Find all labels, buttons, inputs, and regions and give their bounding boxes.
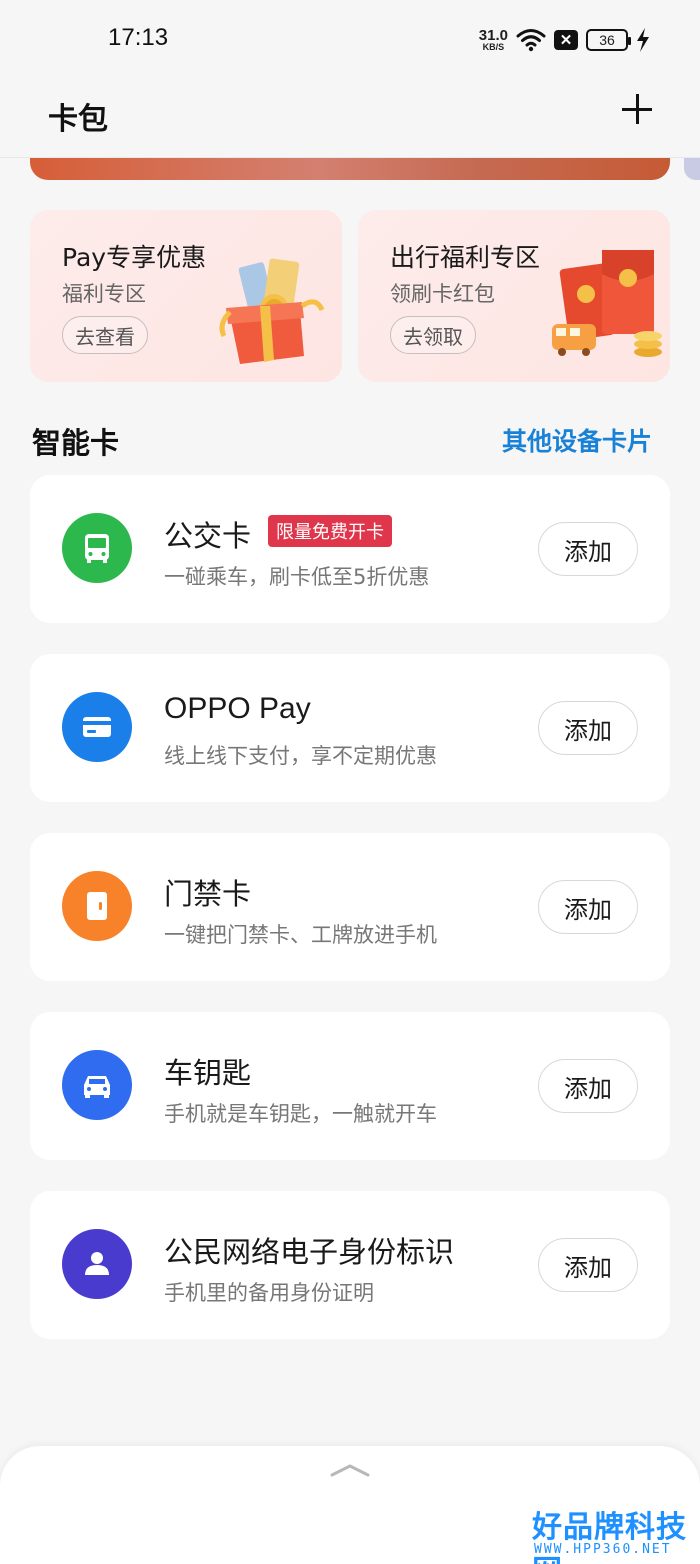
sim-disabled-icon: ✕ xyxy=(554,30,578,50)
charging-bolt-icon xyxy=(637,28,649,52)
wifi-icon xyxy=(516,29,546,52)
plus-icon[interactable] xyxy=(620,92,654,126)
credit-card-icon xyxy=(62,692,132,762)
promo-badge: 限量免费开卡 xyxy=(268,515,392,547)
bus-icon xyxy=(62,513,132,583)
battery-icon: 36 xyxy=(586,29,631,51)
app-header: 卡包 xyxy=(0,80,700,158)
promo-subtitle: 福利专区 xyxy=(62,282,146,306)
card-description: 一碰乘车，刷卡低至5折优惠 xyxy=(164,565,430,589)
card-digital-id[interactable]: 公民网络电子身份标识 手机里的备用身份证明 添加 xyxy=(30,1191,670,1339)
promo-title: 出行福利专区 xyxy=(390,243,541,272)
person-icon xyxy=(62,1229,132,1299)
promo-claim-button[interactable]: 去领取 xyxy=(390,316,476,354)
card-bus[interactable]: 公交卡 限量免费开卡 一碰乘车，刷卡低至5折优惠 添加 xyxy=(30,475,670,623)
banner-carousel[interactable] xyxy=(30,158,670,180)
door-icon xyxy=(62,871,132,941)
status-icons: 31.0 KB/S ✕ 36 xyxy=(479,22,650,58)
network-speed-value: 31.0 xyxy=(478,27,508,44)
card-title: 车钥匙 xyxy=(164,1056,252,1090)
status-time: 17:13 xyxy=(108,24,169,51)
add-digital-id-button[interactable]: 添加 xyxy=(538,1238,638,1292)
add-car-key-button[interactable]: 添加 xyxy=(538,1059,638,1113)
card-title: 公交卡 xyxy=(164,519,252,553)
card-description: 一键把门禁卡、工牌放进手机 xyxy=(164,923,437,947)
banner-next-peek xyxy=(684,158,700,180)
other-device-cards-link[interactable]: 其他设备卡片 xyxy=(502,422,652,458)
watermark: 好品牌科技网 WWW.HPP360.NET xyxy=(526,1500,700,1564)
promo-view-button[interactable]: 去查看 xyxy=(62,316,148,354)
status-bar: 17:13 31.0 KB/S ✕ 36 xyxy=(0,0,700,80)
network-speed-unit: KB/S xyxy=(482,42,505,52)
add-oppo-pay-button[interactable]: 添加 xyxy=(538,701,638,755)
gift-box-icon xyxy=(219,258,325,364)
red-envelope-icon xyxy=(552,250,662,357)
card-description: 手机就是车钥匙，一触就开车 xyxy=(164,1102,437,1126)
card-description: 手机里的备用身份证明 xyxy=(164,1281,374,1305)
network-speed: 31.0 KB/S xyxy=(479,28,508,52)
card-title: OPPO Pay xyxy=(164,692,311,725)
car-icon xyxy=(62,1050,132,1120)
promo-travel-welfare[interactable]: 出行福利专区 领刷卡红包 去领取 xyxy=(358,210,670,382)
add-bus-card-button[interactable]: 添加 xyxy=(538,522,638,576)
add-access-card-button[interactable]: 添加 xyxy=(538,880,638,934)
promo-pay-offers[interactable]: Pay专享优惠 福利专区 去查看 xyxy=(30,210,342,382)
promo-title: Pay专享优惠 xyxy=(62,243,207,272)
watermark-url: WWW.HPP360.NET xyxy=(534,1542,672,1557)
promo-subtitle: 领刷卡红包 xyxy=(390,282,495,306)
card-title: 公民网络电子身份标识 xyxy=(164,1235,455,1269)
card-access[interactable]: 门禁卡 一键把门禁卡、工牌放进手机 添加 xyxy=(30,833,670,981)
card-car-key[interactable]: 车钥匙 手机就是车钥匙，一触就开车 添加 xyxy=(30,1012,670,1160)
battery-level: 36 xyxy=(599,32,615,48)
section-title-smart-cards: 智能卡 xyxy=(32,426,120,460)
page-title: 卡包 xyxy=(48,102,108,137)
card-oppo-pay[interactable]: OPPO Pay 线上线下支付，享不定期优惠 添加 xyxy=(30,654,670,802)
card-description: 线上线下支付，享不定期优惠 xyxy=(164,744,437,768)
chevron-up-icon[interactable] xyxy=(330,1462,370,1478)
card-title: 门禁卡 xyxy=(164,877,252,911)
